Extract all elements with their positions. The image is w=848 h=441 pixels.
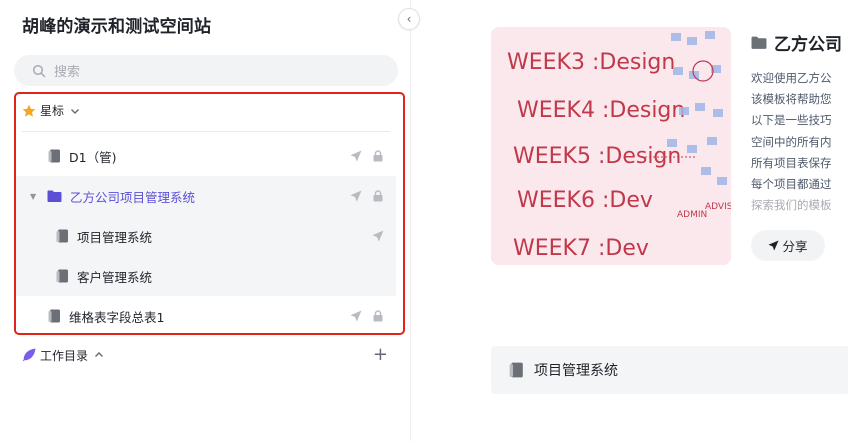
whiteboard-text: WEEK4 :Design [517, 98, 685, 123]
star-icon [22, 104, 36, 117]
whiteboard-illustration: WEEK3 :Design WEEK4 :Design WEEK5 :Desig… [491, 27, 731, 265]
whiteboard-text: WEEK6 :Dev [517, 188, 653, 213]
space-title: 胡峰的演示和测试空间站 [22, 17, 212, 37]
doc-icon [48, 309, 60, 323]
starred-item-folder[interactable]: ▼ 乙方公司项目管理系统 [16, 176, 396, 216]
list-item-label: 乙方公司项目管理系统 [70, 189, 196, 205]
share-label: 分享 [782, 239, 808, 254]
workdir-section-header[interactable]: 工作目录 + [22, 346, 388, 364]
chevron-down-icon [71, 108, 80, 114]
collapse-sidebar-button[interactable]: ‹ [398, 8, 420, 30]
whiteboard-text: WEEK7 :Dev [513, 236, 649, 261]
description-line: 欢迎使用乙方公 [751, 71, 832, 85]
folder-icon [47, 190, 62, 202]
cover-image: WEEK3 :Design WEEK4 :Design WEEK5 :Desig… [491, 27, 731, 265]
list-item-label: D1（管) [69, 149, 117, 165]
send-icon[interactable] [350, 190, 362, 202]
project-card[interactable]: 项目管理系统 [491, 346, 848, 394]
feather-icon [22, 348, 36, 362]
starred-section-header[interactable]: 星标 [22, 102, 80, 119]
search-placeholder: 搜索 [54, 65, 81, 80]
description-line: 该模板将帮助您 [751, 92, 832, 107]
main-content: WEEK3 :Design WEEK4 :Design WEEK5 :Desig… [411, 0, 848, 441]
doc-icon [56, 229, 68, 243]
workdir-label: 工作目录 [40, 348, 89, 363]
doc-icon [56, 269, 68, 283]
description-line: 所有项目表保存 [751, 155, 832, 170]
send-icon[interactable] [350, 310, 362, 322]
doc-icon [48, 149, 60, 163]
add-button[interactable]: + [373, 346, 388, 364]
folder-title: 乙方公司 [751, 30, 842, 55]
folder-description: 欢迎使用乙方公 该模板将帮助您 以下是一些技巧 空间中的所有内 所有项目表保存 … [751, 68, 848, 216]
whiteboard-text: WEEK3 :Design [507, 50, 675, 75]
send-icon [768, 240, 780, 251]
list-item-label: 项目管理系统 [77, 229, 153, 245]
lock-icon [373, 310, 383, 322]
description-line: 每个项目都通过 [751, 177, 832, 192]
sidebar: 胡峰的演示和测试空间站 搜索 星标 D1（管) ▼ 乙方公司项目管理系统 项目管… [0, 0, 411, 441]
starred-label: 星标 [40, 104, 65, 118]
starred-item-d1[interactable]: D1（管) [16, 136, 396, 176]
send-icon[interactable] [350, 150, 362, 162]
caret-down-icon[interactable]: ▼ [30, 192, 38, 201]
project-card-label: 项目管理系统 [534, 363, 618, 379]
send-icon[interactable] [372, 230, 384, 242]
doc-icon [509, 362, 523, 378]
folder-title-text: 乙方公司 [774, 35, 842, 55]
description-line: 探索我们的模板 [751, 198, 832, 213]
list-item-label: 客户管理系统 [77, 269, 153, 285]
lock-icon [373, 150, 383, 162]
starred-item-field-table[interactable]: 维格表字段总表1 [16, 296, 396, 336]
chevron-up-icon [95, 352, 104, 357]
list-item-label: 维格表字段总表1 [69, 309, 165, 325]
section-divider [22, 131, 390, 132]
search-icon [32, 64, 46, 77]
share-button[interactable]: 分享 [751, 230, 825, 261]
whiteboard-text: WEEK5 :Design [513, 144, 681, 169]
folder-icon [751, 36, 767, 49]
lock-icon [373, 190, 383, 202]
whiteboard-text: ADVISE [705, 202, 731, 212]
whiteboard-text: ADMIN [677, 210, 707, 220]
description-line: 空间中的所有内 [751, 134, 832, 149]
starred-item-project-system[interactable]: 项目管理系统 [16, 216, 396, 256]
search-input[interactable]: 搜索 [14, 55, 398, 86]
description-line: 以下是一些技巧 [751, 113, 832, 128]
starred-item-customer-system[interactable]: 客户管理系统 [16, 256, 396, 296]
